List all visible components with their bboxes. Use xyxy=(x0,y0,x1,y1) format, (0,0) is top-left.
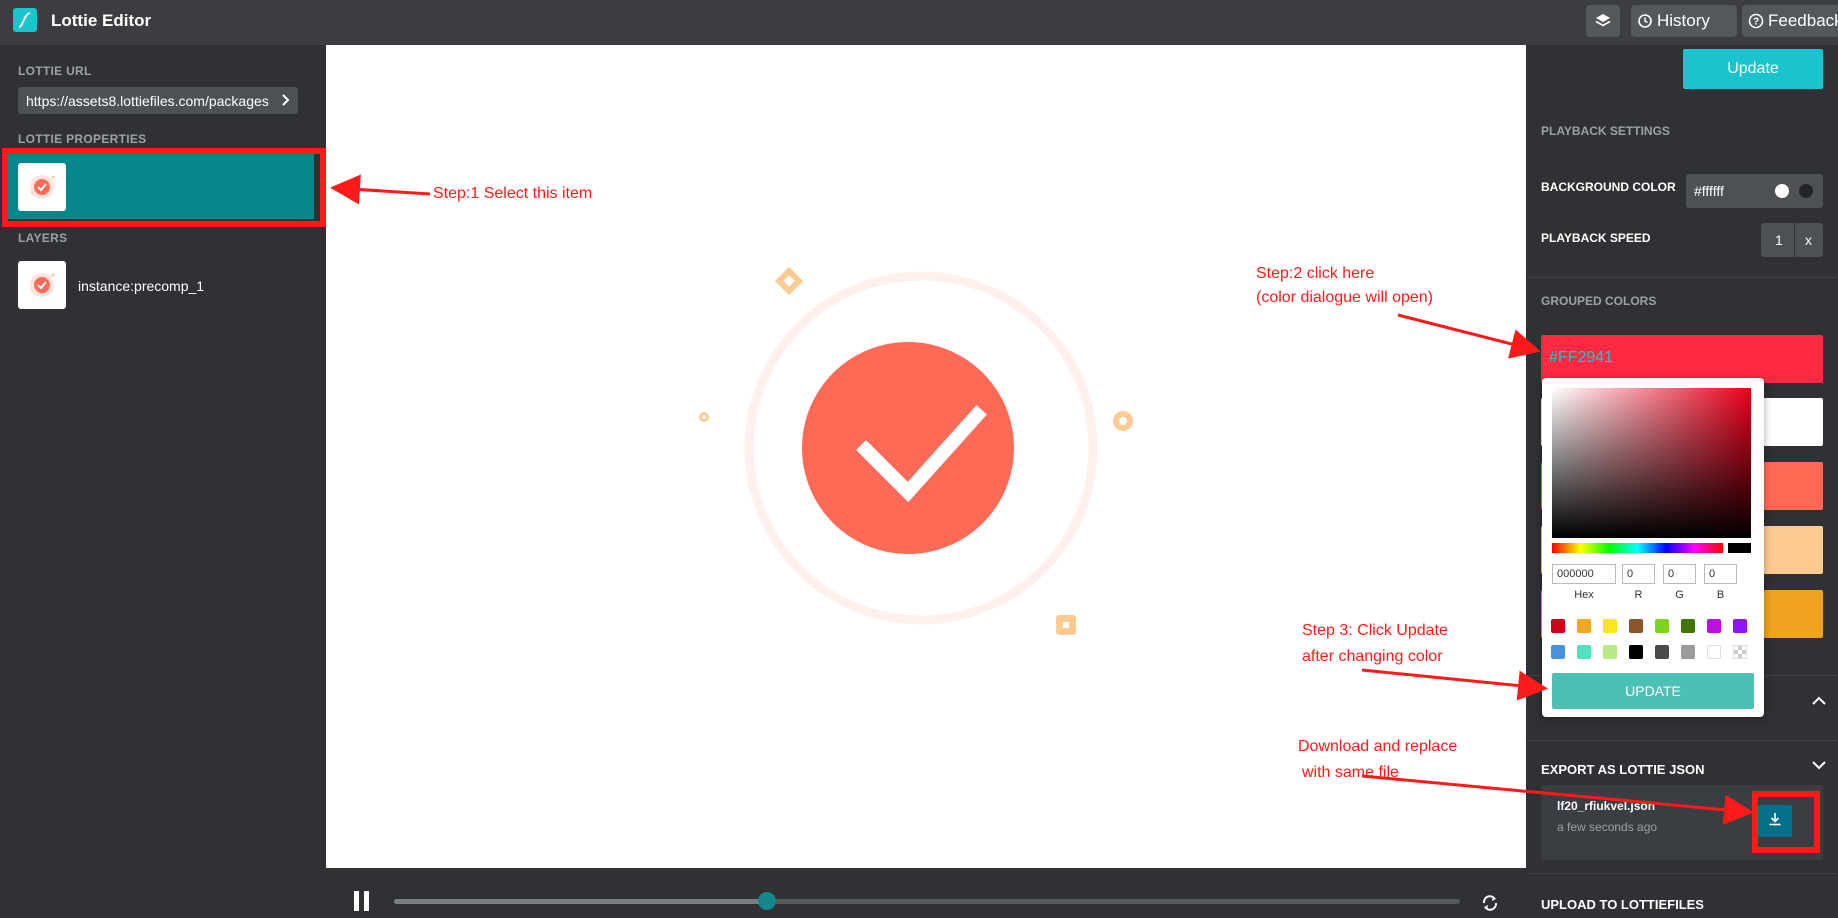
chevron-down-icon[interactable] xyxy=(1811,757,1827,775)
player-controls xyxy=(326,868,1526,918)
g-label: G xyxy=(1675,589,1684,601)
playback-speed-unit: x xyxy=(1805,232,1812,248)
preset-swatch[interactable] xyxy=(1577,619,1591,633)
current-color-preview xyxy=(1728,543,1751,553)
step3-annotation-line2: after changing color xyxy=(1302,648,1443,665)
layer-thumbnail[interactable] xyxy=(18,261,66,309)
step2-annotation-line1: Step:2 click here xyxy=(1256,265,1375,282)
background-color-input[interactable]: #ffffff xyxy=(1686,174,1823,208)
r-label: R xyxy=(1634,589,1643,601)
preset-swatch[interactable] xyxy=(1551,645,1565,659)
layers-label: LAYERS xyxy=(18,231,68,245)
lottie-url-label: LOTTIE URL xyxy=(18,64,92,78)
lottie-url-input[interactable]: https://assets8.lottiefiles.com/packages xyxy=(18,87,298,114)
step4-annotation-line2: with same file xyxy=(1302,764,1399,781)
export-file-card: lf20_rfiukvel.json a few seconds ago xyxy=(1541,785,1823,860)
left-panel: LOTTIE URL https://assets8.lottiefiles.c… xyxy=(0,45,326,918)
preset-swatch[interactable] xyxy=(1629,619,1643,633)
preset-swatch[interactable] xyxy=(1577,645,1591,659)
chevron-up-icon[interactable] xyxy=(1811,693,1827,711)
picker-update-button[interactable]: UPDATE xyxy=(1552,673,1754,709)
svg-text:?: ? xyxy=(1753,17,1759,28)
color-picker-dialog: 000000 0 0 0 Hex R G B UPDATE xyxy=(1542,378,1764,717)
preset-swatch[interactable] xyxy=(1707,645,1721,659)
lottie-properties-label: LOTTIE PROPERTIES xyxy=(18,132,147,146)
lottie-properties-item[interactable] xyxy=(8,154,314,219)
seek-bar-fill xyxy=(394,899,768,904)
playback-settings-label: PLAYBACK SETTINGS xyxy=(1541,124,1670,138)
hex-input[interactable]: 000000 xyxy=(1552,564,1616,584)
preset-swatch[interactable] xyxy=(1603,645,1617,659)
playback-speed-input[interactable]: 1 x xyxy=(1761,223,1823,257)
step3-annotation-line1: Step 3: Click Update xyxy=(1302,622,1448,639)
loop-icon[interactable] xyxy=(1481,894,1499,917)
preset-swatch[interactable] xyxy=(1733,619,1747,633)
preset-swatch[interactable] xyxy=(1603,619,1617,633)
step1-annotation: Step:1 Select this item xyxy=(433,185,593,202)
step4-annotation-line1: Download and replace xyxy=(1298,738,1458,755)
layers-icon xyxy=(1594,12,1612,30)
history-icon xyxy=(1637,13,1653,29)
background-color-label: BACKGROUND COLOR xyxy=(1541,180,1676,194)
preset-swatch[interactable] xyxy=(1681,619,1695,633)
grouped-color-hex: #FF2941 xyxy=(1549,349,1614,366)
update-button[interactable]: Update xyxy=(1683,49,1823,89)
animation-thumbnail xyxy=(18,163,66,211)
lottie-url-value: https://assets8.lottiefiles.com/packages xyxy=(26,92,269,109)
top-bar: Lottie Editor History ? Feedback xyxy=(0,0,1838,45)
download-button[interactable] xyxy=(1758,805,1792,837)
preset-swatch[interactable] xyxy=(1629,645,1643,659)
dark-background-toggle[interactable] xyxy=(1799,184,1813,198)
b-label: B xyxy=(1716,589,1725,601)
layers-button[interactable] xyxy=(1586,5,1620,37)
app-title: Lottie Editor xyxy=(51,11,152,30)
lottie-logo xyxy=(13,8,37,32)
preset-swatch[interactable] xyxy=(1733,645,1747,659)
layer-name[interactable]: instance:precomp_1 xyxy=(78,278,204,294)
seek-handle[interactable] xyxy=(758,892,777,910)
hue-slider[interactable] xyxy=(1552,543,1723,553)
feedback-button[interactable]: ? Feedback xyxy=(1742,5,1838,37)
background-color-value: #ffffff xyxy=(1694,183,1724,199)
light-background-toggle[interactable] xyxy=(1775,184,1789,198)
upload-label: UPLOAD TO LOTTIEFILES xyxy=(1541,897,1704,912)
g-input[interactable]: 0 xyxy=(1663,564,1696,584)
hex-label: Hex xyxy=(1574,589,1594,601)
export-file-name: lf20_rfiukvel.json xyxy=(1557,799,1656,813)
feedback-label: Feedback xyxy=(1768,11,1838,30)
history-label: History xyxy=(1657,11,1710,30)
export-file-time: a few seconds ago xyxy=(1557,820,1658,834)
seek-bar[interactable] xyxy=(394,899,1460,904)
r-input[interactable]: 0 xyxy=(1622,564,1655,584)
playback-speed-label: PLAYBACK SPEED xyxy=(1541,231,1651,245)
preset-swatch[interactable] xyxy=(1681,645,1695,659)
saturation-area[interactable] xyxy=(1552,388,1751,538)
chevron-right-icon[interactable] xyxy=(280,91,292,112)
download-icon xyxy=(1767,811,1783,832)
preset-swatch[interactable] xyxy=(1551,619,1565,633)
export-label: EXPORT AS LOTTIE JSON xyxy=(1541,762,1705,777)
grouped-colors-label: GROUPED COLORS xyxy=(1541,294,1657,308)
history-button[interactable]: History xyxy=(1631,5,1737,37)
help-icon: ? xyxy=(1748,13,1764,29)
preset-swatch[interactable] xyxy=(1655,645,1669,659)
b-input[interactable]: 0 xyxy=(1704,564,1737,584)
step2-annotation-line2: (color dialogue will open) xyxy=(1256,289,1433,306)
playback-speed-value: 1 xyxy=(1775,232,1783,248)
pause-icon[interactable] xyxy=(352,891,372,916)
preset-swatch[interactable] xyxy=(1655,619,1669,633)
preset-swatch[interactable] xyxy=(1707,619,1721,633)
